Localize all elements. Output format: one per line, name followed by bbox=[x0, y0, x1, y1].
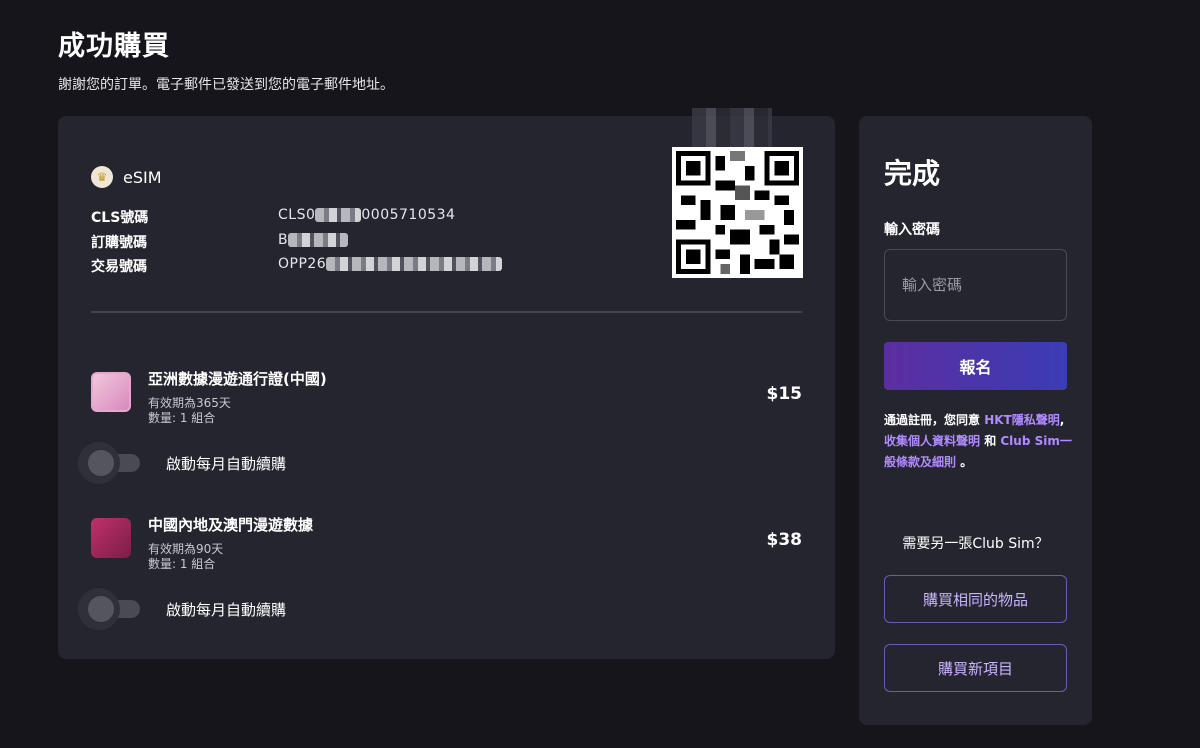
redacted-block bbox=[288, 233, 349, 247]
toggle-knob bbox=[88, 450, 114, 476]
cls-number-value: CLS0 0005710534 bbox=[278, 207, 456, 223]
redacted-block bbox=[315, 208, 362, 222]
auto-renew-toggle[interactable] bbox=[78, 588, 140, 630]
toggle-knob bbox=[88, 596, 114, 622]
product-name: 中國內地及澳門漫遊數據 bbox=[148, 516, 314, 534]
order-card: ♛ eSIM CLS號碼 CLS0 0005710534 訂購號碼 B 交易號碼 … bbox=[58, 108, 835, 659]
transaction-number-value: OPP26 bbox=[278, 256, 503, 272]
product-name: 亞洲數據漫遊通行證(中國) bbox=[148, 370, 327, 388]
auto-renew-label: 啟動每月自動續購 bbox=[166, 601, 287, 619]
cls-number-label: CLS號碼 bbox=[91, 210, 149, 226]
terms-text: 通過註冊，您同意 HKT隱私聲明, 收集個人資料聲明 和 Club Sim一般條… bbox=[884, 413, 1072, 469]
divider bbox=[91, 311, 802, 313]
privacy-link[interactable]: HKT隱私聲明 bbox=[984, 413, 1060, 427]
password-label: 輸入密碼 bbox=[884, 222, 940, 238]
page-title: 成功購買 bbox=[58, 31, 170, 62]
page-subtitle: 謝謝您的訂單。電子郵件已發送到您的電子郵件地址。 bbox=[58, 77, 394, 93]
product-quantity: 數量: 1 組合 bbox=[148, 557, 216, 571]
product-price: $15 bbox=[766, 384, 803, 404]
esim-qr-code bbox=[672, 147, 803, 278]
signup-button[interactable]: 報名 bbox=[884, 342, 1067, 390]
panel-title: 完成 bbox=[884, 157, 941, 190]
club-sim-logo-icon: ♛ bbox=[91, 166, 113, 188]
personal-data-link[interactable]: 收集個人資料聲明 bbox=[884, 434, 980, 448]
product-thumbnail bbox=[91, 372, 131, 412]
order-number-value: B bbox=[278, 232, 349, 248]
another-sim-question: 需要另一張Club Sim？ bbox=[902, 536, 1049, 552]
buy-new-button[interactable]: 購買新項目 bbox=[884, 644, 1067, 692]
product-thumbnail bbox=[91, 518, 131, 558]
auto-renew-toggle[interactable] bbox=[78, 442, 140, 484]
esim-label: eSIM bbox=[123, 167, 162, 187]
password-input[interactable] bbox=[884, 249, 1067, 321]
qr-code-icon bbox=[676, 151, 799, 274]
auto-renew-label: 啟動每月自動續購 bbox=[166, 455, 287, 473]
product-price: $38 bbox=[766, 530, 803, 550]
order-number-label: 訂購號碼 bbox=[91, 235, 147, 251]
buy-same-button[interactable]: 購買相同的物品 bbox=[884, 575, 1067, 623]
product-quantity: 數量: 1 組合 bbox=[148, 411, 216, 425]
transaction-number-label: 交易號碼 bbox=[91, 259, 147, 275]
signup-panel: 完成 輸入密碼 報名 通過註冊，您同意 HKT隱私聲明, 收集個人資料聲明 和 … bbox=[859, 116, 1092, 725]
esim-type-row: ♛ eSIM bbox=[91, 166, 162, 188]
redacted-block bbox=[326, 257, 503, 271]
redaction-smudge bbox=[692, 108, 772, 148]
